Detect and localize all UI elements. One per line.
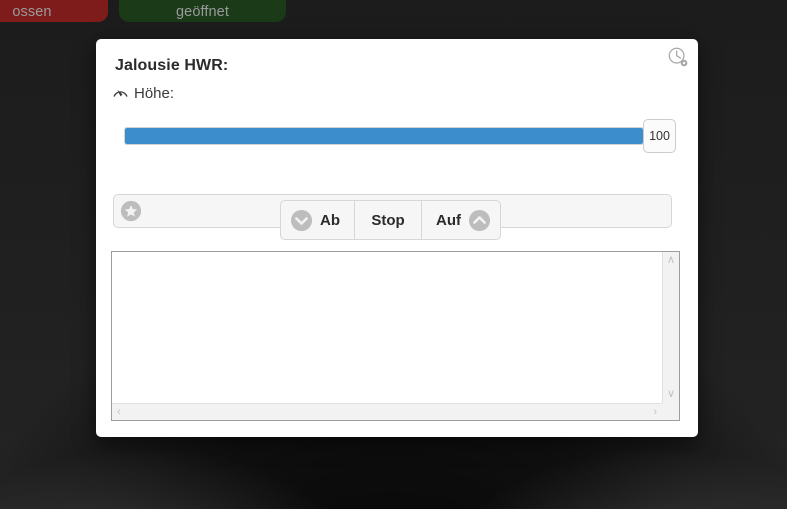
- status-pill-open[interactable]: geöffnet: [119, 0, 286, 22]
- height-label: Höhe:: [134, 85, 175, 102]
- shutter-up-button[interactable]: Auf: [422, 200, 501, 240]
- shutter-stop-label: Stop: [371, 211, 405, 229]
- shutter-down-label: Ab: [320, 211, 340, 229]
- page-title: Jalousie HWR:: [115, 57, 229, 74]
- height-slider[interactable]: 100: [124, 119, 676, 153]
- shutter-up-label: Auf: [436, 211, 461, 229]
- jalousie-dialog: Jalousie HWR: Höhe: 100 Ab Stop Auf ∧ ∨ …: [96, 39, 698, 437]
- height-row: Höhe:: [112, 85, 174, 102]
- status-pill-closed[interactable]: ossen: [0, 0, 108, 22]
- log-output-area: ∧ ∨ ‹ ›: [111, 251, 680, 421]
- log-bottom-row: ‹ ›: [112, 403, 679, 420]
- height-slider-track[interactable]: [124, 127, 644, 145]
- shutter-control-group: Ab Stop Auf: [280, 200, 501, 240]
- scrollbar-corner: [662, 403, 679, 420]
- chevron-down-circle-icon: [290, 209, 313, 232]
- chevron-up-circle-icon: [468, 209, 491, 232]
- shutter-stop-button[interactable]: Stop: [354, 200, 422, 240]
- scroll-up-arrow-icon[interactable]: ∧: [665, 252, 677, 269]
- status-pill-closed-label: ossen: [12, 4, 52, 20]
- shutter-down-button[interactable]: Ab: [280, 200, 354, 240]
- clock-settings-icon[interactable]: [667, 46, 689, 68]
- vertical-scrollbar[interactable]: ∧ ∨: [662, 252, 679, 403]
- scroll-down-arrow-icon[interactable]: ∨: [665, 386, 677, 403]
- scroll-left-arrow-icon[interactable]: ‹: [115, 404, 123, 421]
- star-icon: [120, 200, 142, 222]
- status-pill-open-label: geöffnet: [176, 4, 229, 20]
- log-body-row: ∧ ∨: [112, 252, 679, 403]
- height-value-text: 100: [649, 129, 670, 143]
- scroll-right-arrow-icon[interactable]: ›: [651, 404, 659, 421]
- horizontal-scrollbar[interactable]: ‹ ›: [112, 403, 662, 420]
- height-value-input[interactable]: 100: [643, 119, 676, 153]
- desktop-background: ossen geöffnet Jalousie HWR: Höhe: 100 A…: [0, 0, 787, 509]
- gauge-icon: [112, 85, 129, 102]
- height-slider-fill: [125, 128, 643, 144]
- log-content[interactable]: [112, 252, 662, 403]
